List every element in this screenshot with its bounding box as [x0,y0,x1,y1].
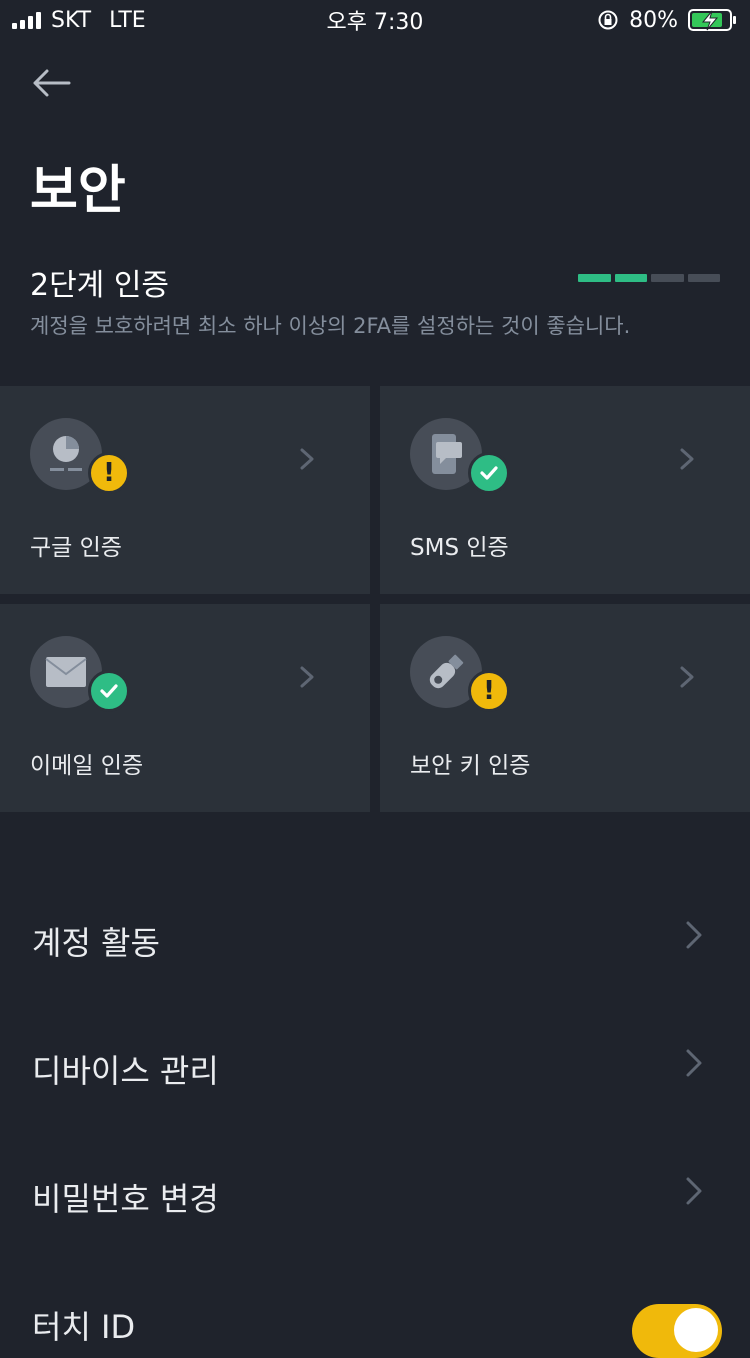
touch-id-toggle[interactable] [632,1304,722,1358]
card-label: 보안 키 인증 [410,753,531,779]
back-button[interactable] [26,60,76,106]
orientation-lock-icon [598,10,618,30]
usb-key-icon [429,654,464,689]
chevron-right-icon [680,448,694,470]
menu-label: 계정 활동 [32,924,160,962]
arrow-left-icon [33,69,71,97]
toggle-knob [674,1308,718,1352]
signal-strength-icon [12,11,41,29]
progress-segment [614,274,647,282]
chevron-right-icon [680,666,694,688]
battery-charging-icon [688,9,736,31]
chevron-right-icon [300,448,314,470]
page-title: 보안 [30,161,126,221]
status-right: 80% [597,8,738,33]
progress-segment [687,274,720,282]
progress-segment [578,274,611,282]
menu-label: 디바이스 관리 [32,1052,219,1090]
chevron-right-icon [686,921,702,949]
google-auth-card[interactable]: ! 구글 인증 [0,386,370,594]
chevron-right-icon [686,1177,702,1205]
mail-icon [45,657,87,687]
card-label: SMS 인증 [410,535,509,561]
network-label: LTE [109,7,146,33]
chevron-right-icon [300,666,314,688]
warning-icon: ! [88,452,130,494]
two-factor-description: 계정을 보호하려면 최소 하나 이상의 2FA를 설정하는 것이 좋습니다. [30,314,631,338]
pie-chart-icon [50,436,82,471]
phone-icon [432,434,462,474]
two-factor-title: 2단계 인증 [30,268,170,303]
card-label: 구글 인증 [30,535,122,561]
warning-icon: ! [468,670,510,712]
two-factor-methods: ! 구글 인증 SMS 인증 이메일 인증 ! 보안 키 인증 [0,386,750,812]
sms-auth-card[interactable]: SMS 인증 [380,386,750,594]
status-bar: SKT LTE 오후 7:30 80% [0,0,750,40]
check-icon [468,452,510,494]
chevron-right-icon [686,1049,702,1077]
menu-label: 터치 ID [32,1308,136,1346]
security-key-auth-card[interactable]: ! 보안 키 인증 [380,604,750,812]
battery-percent: 80% [629,7,678,33]
carrier-label: SKT [51,7,92,33]
check-icon [88,670,130,712]
progress-segment [651,274,684,282]
card-label: 이메일 인증 [30,753,144,779]
change-password-row[interactable]: 비밀번호 변경 [0,1134,750,1262]
status-left: SKT LTE [12,8,146,33]
menu-label: 비밀번호 변경 [32,1180,219,1218]
account-activity-row[interactable]: 계정 활동 [0,878,750,1006]
device-management-row[interactable]: 디바이스 관리 [0,1006,750,1134]
email-auth-card[interactable]: 이메일 인증 [0,604,370,812]
two-factor-progress [578,274,720,282]
